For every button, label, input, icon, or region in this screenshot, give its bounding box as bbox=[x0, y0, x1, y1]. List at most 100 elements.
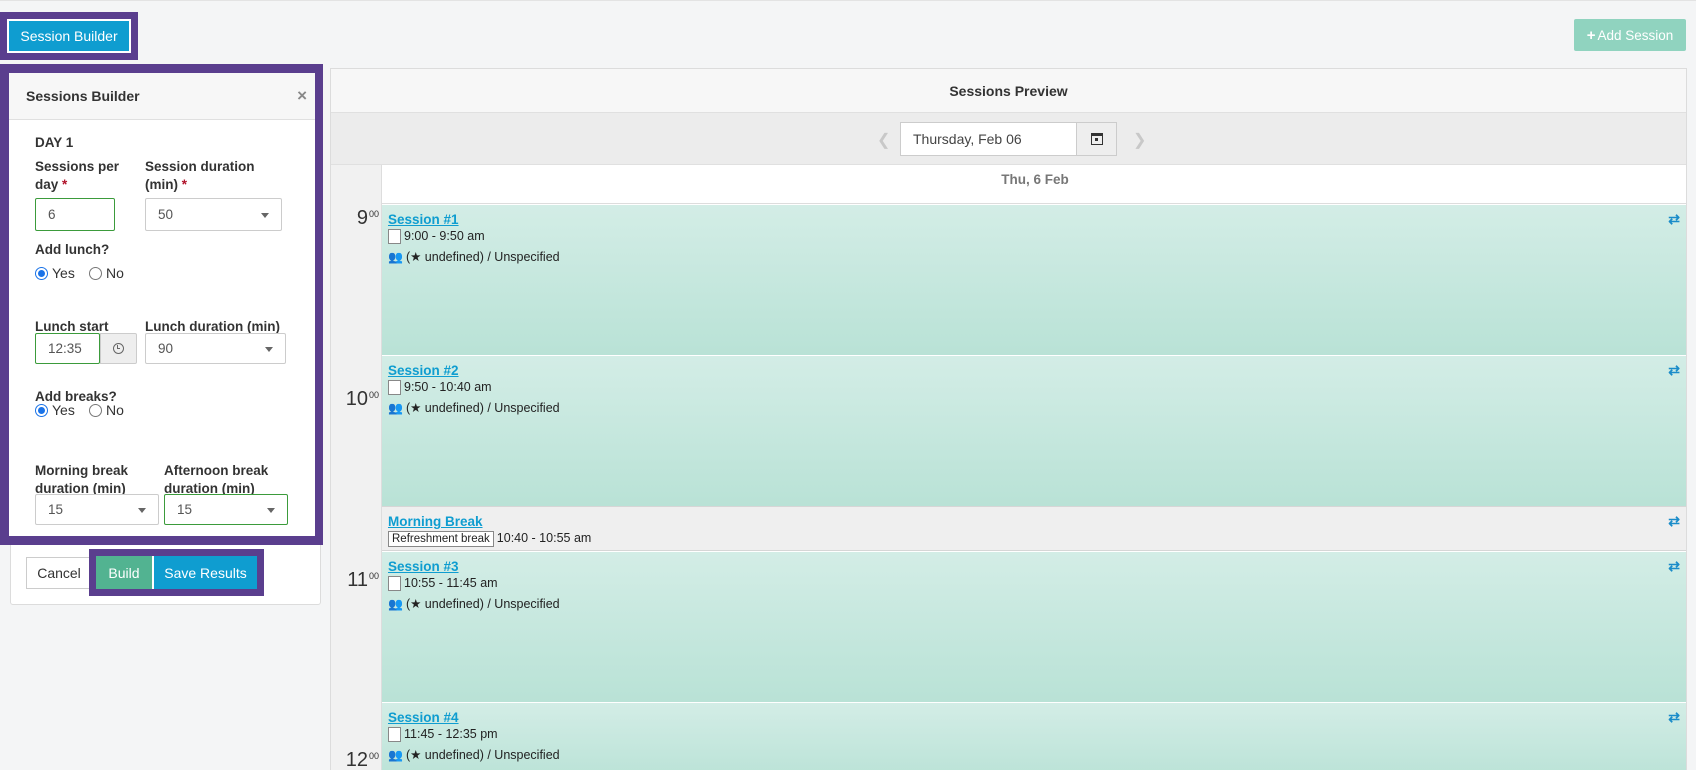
session-meta: 👥 (★ undefined) / Unspecified bbox=[388, 747, 1682, 764]
session-title[interactable]: Session #4 bbox=[388, 710, 1682, 726]
lunch-start-value: 12:35 bbox=[48, 341, 82, 356]
radio-unchecked[interactable] bbox=[89, 403, 102, 417]
time-column: 900 1000 1100 1200 bbox=[331, 165, 382, 770]
hour-value: 10 bbox=[345, 388, 368, 410]
afternoon-break-select[interactable]: 15 bbox=[164, 494, 288, 525]
build-save-highlight: Build Save Results bbox=[89, 549, 264, 596]
cancel-button[interactable]: Cancel bbox=[26, 557, 92, 589]
hour-value: 12 bbox=[345, 749, 368, 770]
calendar-button[interactable] bbox=[1076, 122, 1117, 156]
builder-title: Sessions Builder bbox=[26, 88, 140, 104]
chevron-down-icon bbox=[265, 346, 273, 352]
session-time: 10:55 - 11:45 am bbox=[388, 575, 1682, 592]
session-duration-select[interactable]: 50 bbox=[145, 198, 282, 231]
checkbox[interactable] bbox=[388, 727, 401, 742]
session-builder-button[interactable]: Session Builder bbox=[7, 19, 131, 53]
hour-value: 11 bbox=[347, 569, 368, 591]
session-event[interactable]: Session #4 11:45 - 12:35 pm 👥 (★ undefine… bbox=[382, 702, 1686, 770]
breaks-yes-label: Yes bbox=[52, 402, 75, 418]
radio-unchecked[interactable] bbox=[89, 266, 102, 280]
lunch-no-label: No bbox=[106, 265, 124, 281]
breaks-no-label: No bbox=[106, 402, 124, 418]
builder-panel: Sessions Builder × DAY 1 Sessions per da… bbox=[9, 73, 315, 536]
swap-icon[interactable]: ⇄ bbox=[1668, 211, 1680, 228]
top-divider bbox=[0, 0, 1696, 1]
hour-minutes: 00 bbox=[368, 390, 379, 400]
session-meta: 👥 (★ undefined) / Unspecified bbox=[388, 596, 1682, 613]
session-time: 9:00 - 9:50 am bbox=[388, 228, 1682, 245]
lunch-start-clock-button[interactable] bbox=[100, 333, 137, 364]
plus-icon: + bbox=[1586, 26, 1596, 44]
session-builder-highlight: Session Builder bbox=[0, 12, 138, 60]
users-icon: 👥 bbox=[388, 597, 403, 611]
chevron-right-icon[interactable]: ❯ bbox=[1133, 130, 1146, 150]
session-title[interactable]: Session #2 bbox=[388, 363, 1682, 379]
break-time: Refreshment break 10:40 - 10:55 am bbox=[388, 530, 1682, 547]
session-time: 11:45 - 12:35 pm bbox=[388, 726, 1682, 743]
session-meta-text: (★ undefined) / Unspecified bbox=[405, 250, 560, 264]
save-results-button[interactable]: Save Results bbox=[154, 556, 257, 589]
build-button[interactable]: Build bbox=[96, 556, 154, 589]
hour-label: 1100 bbox=[331, 569, 379, 592]
clock-icon bbox=[113, 343, 124, 354]
morning-break-label: Morning break duration (min) bbox=[35, 463, 129, 496]
lunch-start-input[interactable]: 12:35 bbox=[35, 333, 100, 364]
close-icon[interactable]: × bbox=[297, 86, 307, 106]
radio-checked[interactable] bbox=[35, 266, 48, 280]
date-input[interactable]: Thursday, Feb 06 bbox=[900, 122, 1077, 156]
session-meta: 👥 (★ undefined) / Unspecified bbox=[388, 249, 1682, 266]
break-title[interactable]: Morning Break bbox=[388, 514, 1682, 530]
session-meta: 👥 (★ undefined) / Unspecified bbox=[388, 400, 1682, 417]
date-navigation: ❮ Thursday, Feb 06 ❯ bbox=[331, 113, 1686, 165]
session-meta-text: (★ undefined) / Unspecified bbox=[405, 401, 560, 415]
checkbox[interactable] bbox=[388, 576, 401, 591]
users-icon: 👥 bbox=[388, 748, 403, 762]
add-session-button[interactable]: + Add Session bbox=[1574, 19, 1686, 51]
chevron-down-icon bbox=[138, 507, 146, 513]
hour-minutes: 00 bbox=[368, 209, 379, 219]
session-event[interactable]: Session #1 9:00 - 9:50 am 👥 (★ undefined)… bbox=[382, 204, 1686, 355]
break-event[interactable]: Morning Break Refreshment break 10:40 - 1… bbox=[382, 506, 1686, 551]
break-tag: Refreshment break bbox=[388, 530, 494, 547]
hour-minutes: 00 bbox=[368, 751, 379, 761]
sessions-per-day-value: 6 bbox=[48, 207, 56, 222]
session-title[interactable]: Session #3 bbox=[388, 559, 1682, 575]
morning-break-select[interactable]: 15 bbox=[35, 494, 159, 525]
lunch-duration-select[interactable]: 90 bbox=[145, 333, 286, 364]
sessions-per-day-text: Sessions per day bbox=[35, 159, 120, 192]
session-duration-value: 50 bbox=[158, 207, 174, 222]
lunch-yes-label: Yes bbox=[52, 265, 75, 281]
hour-minutes: 00 bbox=[368, 571, 379, 581]
radio-checked[interactable] bbox=[35, 403, 48, 417]
lunch-no-option[interactable]: No bbox=[89, 265, 124, 281]
calendar-icon bbox=[1090, 133, 1103, 145]
day-label: DAY 1 bbox=[35, 135, 74, 150]
builder-panel-highlight: Sessions Builder × DAY 1 Sessions per da… bbox=[0, 64, 323, 545]
checkbox[interactable] bbox=[388, 229, 401, 244]
users-icon: 👥 bbox=[388, 250, 403, 264]
session-meta-text: (★ undefined) / Unspecified bbox=[405, 597, 560, 611]
lunch-duration-value: 90 bbox=[158, 341, 174, 356]
lunch-yes-option[interactable]: Yes bbox=[35, 265, 75, 281]
breaks-yes-option[interactable]: Yes bbox=[35, 402, 75, 418]
chevron-left-icon[interactable]: ❮ bbox=[877, 130, 890, 150]
session-event[interactable]: Session #3 10:55 - 11:45 am 👥 (★ undefine… bbox=[382, 551, 1686, 702]
session-time-text: 11:45 - 12:35 pm bbox=[404, 727, 498, 741]
checkbox[interactable] bbox=[388, 380, 401, 395]
swap-icon[interactable]: ⇄ bbox=[1668, 558, 1680, 575]
sessions-per-day-input[interactable]: 6 bbox=[35, 198, 115, 231]
builder-header: Sessions Builder × bbox=[9, 73, 315, 120]
breaks-no-option[interactable]: No bbox=[89, 402, 124, 418]
sessions-per-day-label: Sessions per day * bbox=[35, 158, 130, 194]
swap-icon[interactable]: ⇄ bbox=[1668, 362, 1680, 379]
swap-icon[interactable]: ⇄ bbox=[1668, 513, 1680, 530]
hour-label: 1200 bbox=[331, 749, 379, 770]
day-column-header: Thu, 6 Feb bbox=[382, 165, 1686, 204]
session-title[interactable]: Session #1 bbox=[388, 212, 1682, 228]
hour-label: 900 bbox=[331, 207, 379, 230]
session-event[interactable]: Session #2 9:50 - 10:40 am 👥 (★ undefined… bbox=[382, 355, 1686, 506]
swap-icon[interactable]: ⇄ bbox=[1668, 709, 1680, 726]
required-marker: * bbox=[62, 177, 68, 192]
hour-label: 1000 bbox=[331, 388, 379, 411]
preview-title: Sessions Preview bbox=[331, 69, 1686, 113]
